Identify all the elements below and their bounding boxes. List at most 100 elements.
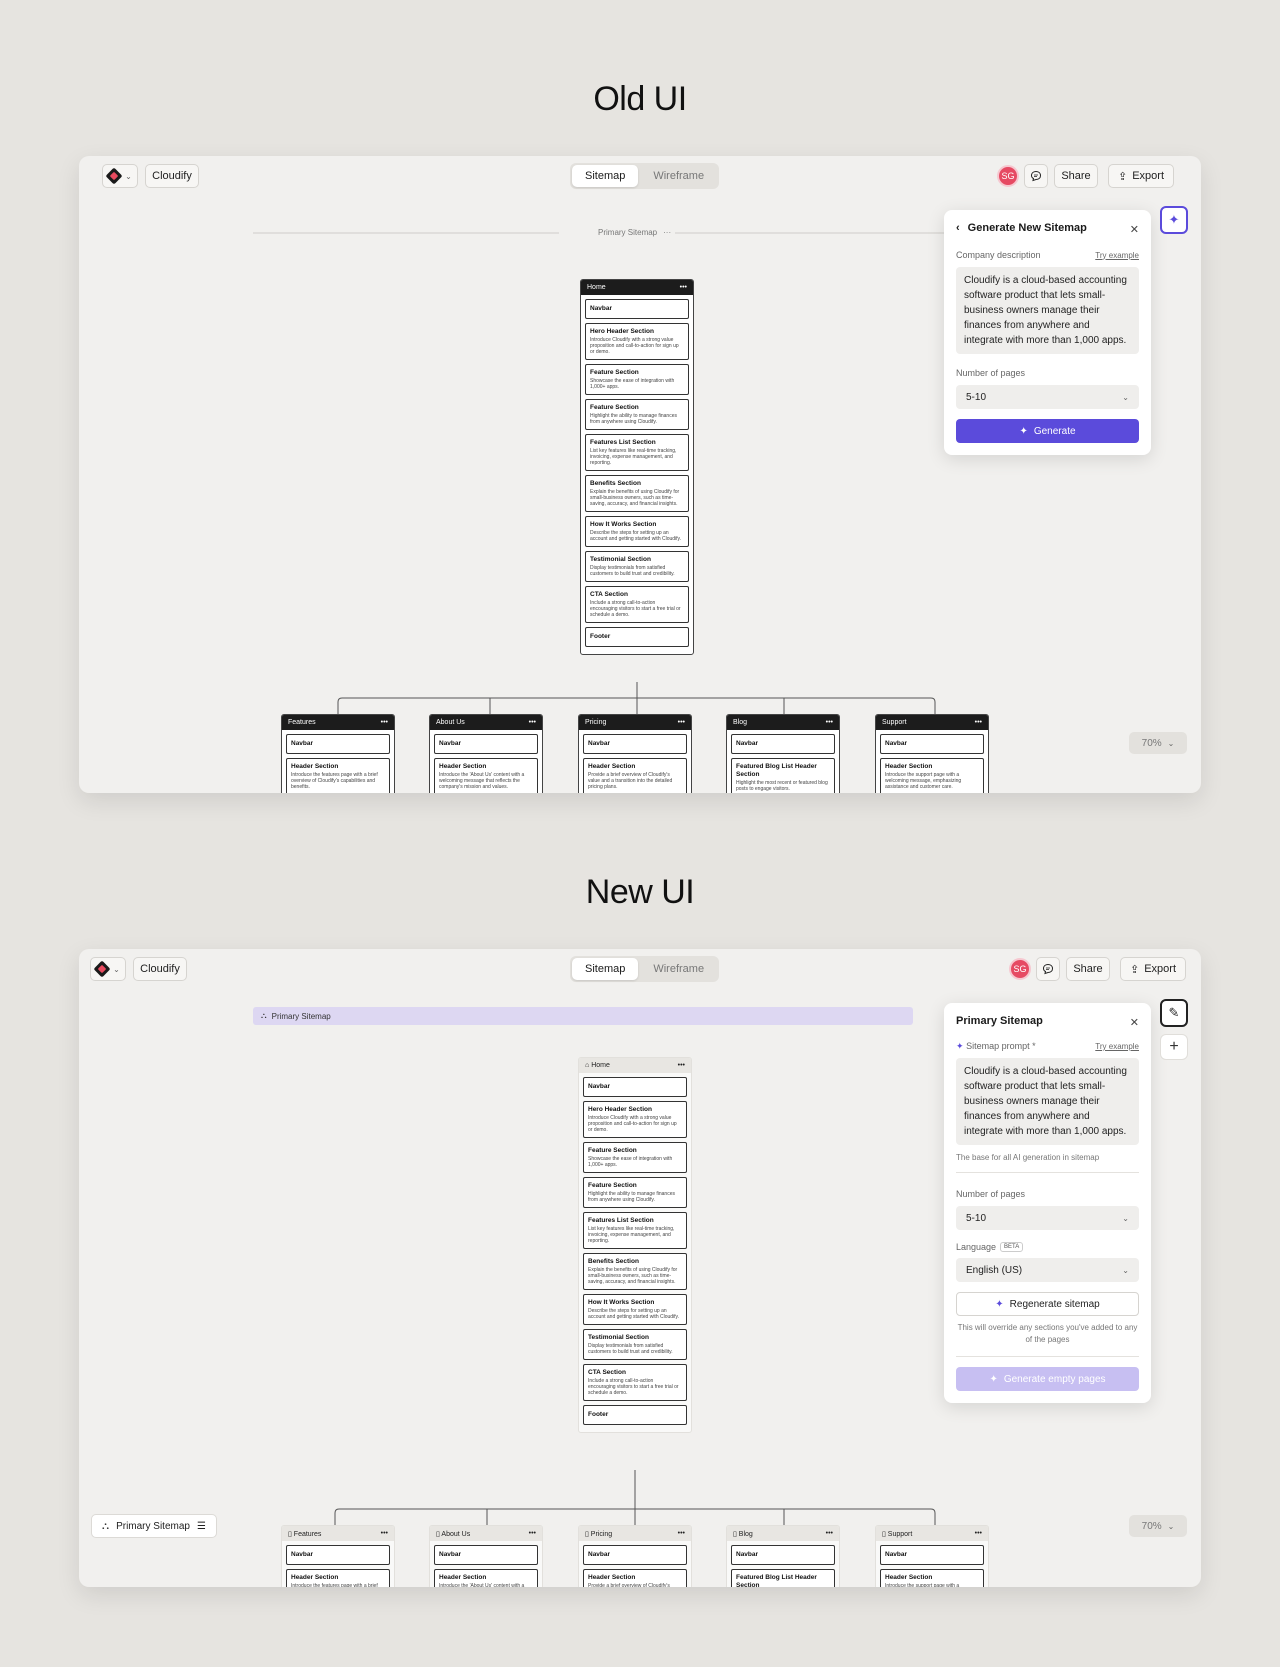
- section-block[interactable]: Benefits Section Explain the benefits of …: [583, 1253, 687, 1290]
- more-icon[interactable]: •••: [826, 1530, 833, 1537]
- section-block[interactable]: Testimonial Section Display testimonials …: [583, 1329, 687, 1360]
- company-description-input[interactable]: Cloudify is a cloud-based accounting sof…: [956, 267, 1139, 354]
- user-avatar[interactable]: SG: [1009, 958, 1031, 980]
- section-block[interactable]: Feature Section Showcase the ease of inte…: [583, 1142, 687, 1173]
- section-block[interactable]: Navbar: [286, 734, 390, 754]
- project-name-button[interactable]: Cloudify: [133, 957, 187, 981]
- section-block[interactable]: Header Section Introduce the features pag…: [286, 758, 390, 793]
- more-icon[interactable]: •••: [678, 1530, 685, 1537]
- user-avatar[interactable]: SG: [997, 165, 1019, 187]
- child-page-card[interactable]: About Us ••• Navbar Header Section Introduce…: [429, 714, 543, 793]
- more-icon[interactable]: •••: [975, 1530, 982, 1537]
- section-block[interactable]: Header Section Introduce the support page…: [880, 1569, 984, 1587]
- comment-icon[interactable]: [1024, 164, 1048, 188]
- more-icon[interactable]: ···: [663, 228, 671, 237]
- section-block[interactable]: Features List Section List key features l…: [585, 434, 689, 471]
- zoom-control[interactable]: 70% ⌄: [1129, 732, 1187, 754]
- home-page-card[interactable]: ⌂ Home ••• Navbar Hero Header Section Intro…: [578, 1057, 692, 1433]
- section-block[interactable]: Navbar: [583, 1545, 687, 1565]
- project-name-button[interactable]: Cloudify: [145, 164, 199, 188]
- section-block[interactable]: Footer: [585, 627, 689, 647]
- tab-wireframe[interactable]: Wireframe: [640, 958, 717, 980]
- export-button[interactable]: ⇪ Export: [1120, 957, 1186, 981]
- more-icon[interactable]: •••: [826, 719, 833, 726]
- child-page-card[interactable]: Support ••• Navbar Header Section Introduce …: [875, 714, 989, 793]
- section-block[interactable]: Header Section Provide a brief overview o…: [583, 758, 687, 793]
- project-logo-menu[interactable]: ⌄: [90, 957, 126, 981]
- section-block[interactable]: Header Section Introduce the 'About Us' c…: [434, 1569, 538, 1587]
- section-block[interactable]: Header Section Introduce the features pag…: [286, 1569, 390, 1587]
- magic-wand-icon[interactable]: ✎: [1160, 999, 1188, 1027]
- section-block[interactable]: Navbar: [585, 299, 689, 319]
- section-block[interactable]: Featured Blog List Header SectionHighlig…: [731, 758, 835, 793]
- ai-sparkle-icon[interactable]: ✦: [1160, 206, 1188, 234]
- child-page-card[interactable]: ▯ Pricing ••• Navbar Header Section Provide …: [578, 1525, 692, 1587]
- section-block[interactable]: CTA Section Include a strong call-to-acti…: [583, 1364, 687, 1401]
- section-block[interactable]: Navbar: [731, 1545, 835, 1565]
- export-button[interactable]: ⇪ Export: [1108, 164, 1174, 188]
- zoom-control[interactable]: 70% ⌄: [1129, 1515, 1187, 1537]
- section-block[interactable]: How It Works Section Describe the steps f…: [583, 1294, 687, 1325]
- child-page-card[interactable]: Pricing ••• Navbar Header Section Provide a …: [578, 714, 692, 793]
- section-block[interactable]: Footer: [583, 1405, 687, 1425]
- section-block[interactable]: Navbar: [880, 1545, 984, 1565]
- section-block[interactable]: Navbar: [731, 734, 835, 754]
- section-block[interactable]: Header Section Introduce the support page…: [880, 758, 984, 793]
- project-logo-menu[interactable]: ⌄: [102, 164, 138, 188]
- more-icon[interactable]: •••: [678, 719, 685, 726]
- more-icon[interactable]: •••: [678, 1062, 685, 1069]
- close-icon[interactable]: ✕: [1130, 223, 1139, 236]
- add-icon[interactable]: +: [1160, 1034, 1188, 1060]
- language-select[interactable]: English (US) ⌄: [956, 1258, 1139, 1282]
- more-icon[interactable]: •••: [529, 719, 536, 726]
- child-page-card[interactable]: Blog ••• Navbar Featured Blog List Header S…: [726, 714, 840, 793]
- section-block[interactable]: Navbar: [583, 734, 687, 754]
- section-block[interactable]: Feature Section Showcase the ease of inte…: [585, 364, 689, 395]
- section-block[interactable]: Feature Section Highlight the ability to …: [585, 399, 689, 430]
- section-block[interactable]: Features List Section List key features l…: [583, 1212, 687, 1249]
- close-icon[interactable]: ✕: [1130, 1016, 1139, 1029]
- home-page-card[interactable]: Home ••• Navbar Hero Header Section Introdu…: [580, 279, 694, 655]
- generate-empty-pages-button[interactable]: ✦ Generate empty pages: [956, 1367, 1139, 1391]
- section-block[interactable]: Header Section Introduce the 'About Us' c…: [434, 758, 538, 793]
- section-block[interactable]: Navbar: [434, 734, 538, 754]
- more-icon[interactable]: •••: [381, 719, 388, 726]
- section-block[interactable]: Navbar: [434, 1545, 538, 1565]
- primary-sitemap-switcher[interactable]: ⛬ Primary Sitemap ☰: [91, 1514, 217, 1538]
- pages-select[interactable]: 5-10 ⌄: [956, 385, 1139, 409]
- try-example-link[interactable]: Try example: [1095, 1042, 1139, 1051]
- child-page-card[interactable]: ▯ Features ••• Navbar Header Section Introdu…: [281, 1525, 395, 1587]
- section-block[interactable]: Featured Blog List Header SectionHighlig…: [731, 1569, 835, 1587]
- section-block[interactable]: Hero Header Section Introduce Cloudify wi…: [583, 1101, 687, 1138]
- section-block[interactable]: Feature Section Highlight the ability to …: [583, 1177, 687, 1208]
- tab-sitemap[interactable]: Sitemap: [572, 958, 639, 980]
- generate-button[interactable]: ✦ Generate: [956, 419, 1139, 443]
- section-block[interactable]: How It Works Section Describe the steps f…: [585, 516, 689, 547]
- comment-icon[interactable]: [1036, 957, 1060, 981]
- section-block[interactable]: Hero Header Section Introduce Cloudify wi…: [585, 323, 689, 360]
- section-block[interactable]: Testimonial Section Display testimonials …: [585, 551, 689, 582]
- child-page-card[interactable]: ▯ About Us ••• Navbar Header Section Introdu…: [429, 1525, 543, 1587]
- section-block[interactable]: Navbar: [880, 734, 984, 754]
- tab-sitemap[interactable]: Sitemap: [572, 165, 639, 187]
- child-page-card[interactable]: ▯ Blog ••• Navbar Featured Blog List Header…: [726, 1525, 840, 1587]
- chevron-left-icon[interactable]: ‹: [956, 222, 960, 234]
- section-block[interactable]: Navbar: [286, 1545, 390, 1565]
- regenerate-sitemap-button[interactable]: ✦ Regenerate sitemap: [956, 1292, 1139, 1316]
- share-button[interactable]: Share: [1054, 164, 1098, 188]
- tab-wireframe[interactable]: Wireframe: [640, 165, 717, 187]
- section-block[interactable]: Navbar: [583, 1077, 687, 1097]
- more-icon[interactable]: •••: [680, 284, 687, 291]
- child-page-card[interactable]: Features ••• Navbar Header Section Introduce…: [281, 714, 395, 793]
- section-block[interactable]: CTA Section Include a strong call-to-acti…: [585, 586, 689, 623]
- child-page-card[interactable]: ▯ Support ••• Navbar Header Section Introduc…: [875, 1525, 989, 1587]
- more-icon[interactable]: •••: [975, 719, 982, 726]
- pages-select[interactable]: 5-10 ⌄: [956, 1206, 1139, 1230]
- section-block[interactable]: Benefits Section Explain the benefits of …: [585, 475, 689, 512]
- more-icon[interactable]: •••: [529, 1530, 536, 1537]
- primary-sitemap-banner[interactable]: ⛬ Primary Sitemap: [253, 1007, 913, 1025]
- section-block[interactable]: Header Section Provide a brief overview o…: [583, 1569, 687, 1587]
- try-example-link[interactable]: Try example: [1095, 251, 1139, 260]
- more-icon[interactable]: •••: [381, 1530, 388, 1537]
- sitemap-prompt-input[interactable]: Cloudify is a cloud-based accounting sof…: [956, 1058, 1139, 1145]
